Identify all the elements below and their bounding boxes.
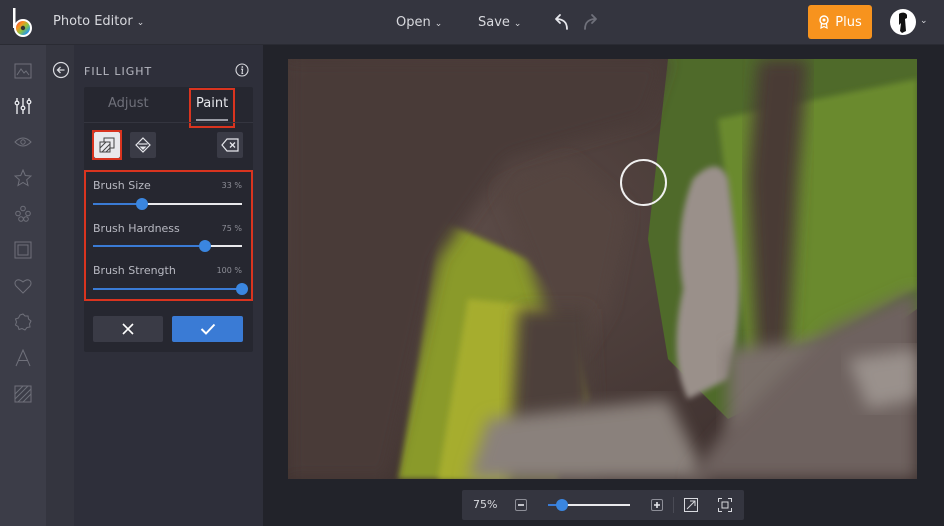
star-icon: [14, 169, 32, 187]
user-avatar[interactable]: [890, 9, 916, 35]
top-bar: Photo Editor ⌄ Open ⌄ Save ⌄ Plus ⌄: [0, 0, 944, 45]
zoom-slider-thumb[interactable]: [555, 499, 568, 511]
award-icon: [819, 15, 829, 29]
rail-item-text[interactable]: [12, 347, 34, 369]
befunky-logo[interactable]: [12, 8, 34, 38]
photo-image: [288, 59, 917, 479]
tool-rail: [0, 45, 46, 526]
avatar-image: [899, 12, 907, 33]
app-title-dropdown[interactable]: Photo Editor ⌄: [53, 14, 144, 29]
erase-paint-button[interactable]: [130, 132, 156, 158]
text-icon: [15, 349, 31, 367]
brush-size-fill: [93, 203, 143, 205]
undo-icon[interactable]: [552, 13, 570, 31]
back-arrow-icon[interactable]: [52, 61, 70, 79]
zoom-out-button[interactable]: [515, 499, 527, 511]
chevron-down-icon[interactable]: ⌄: [920, 16, 928, 26]
rail-item-adjustments[interactable]: [12, 95, 34, 117]
rail-item-overlays[interactable]: [12, 203, 34, 225]
brush-hardness-slider[interactable]: [93, 240, 242, 252]
eye-icon: [14, 137, 32, 147]
heart-icon: [14, 279, 32, 294]
brush-hardness-value: 75 %: [221, 224, 242, 233]
app-title: Photo Editor: [53, 14, 133, 29]
save-menu-label: Save: [478, 15, 510, 30]
redo-icon[interactable]: [582, 13, 600, 31]
eraser-icon: [135, 137, 151, 153]
badge-icon: [14, 313, 32, 331]
zoom-percent: 75%: [473, 498, 498, 511]
rail-item-effects[interactable]: [12, 167, 34, 189]
clear-paint-button[interactable]: [217, 132, 243, 158]
brush-size-value: 33 %: [221, 181, 242, 190]
brush-strength-fill: [93, 288, 242, 290]
zoom-slider[interactable]: [548, 499, 630, 511]
fit-to-screen-icon[interactable]: [684, 498, 698, 512]
panel-title: FILL LIGHT: [84, 65, 153, 78]
overlays-icon: [15, 205, 31, 222]
rail-item-graphics[interactable]: [12, 275, 34, 297]
zoom-separator: [673, 497, 674, 513]
brush-strength-thumb[interactable]: [236, 283, 248, 295]
panel-gutter: [46, 45, 74, 526]
brush-strength-slider[interactable]: [93, 283, 248, 295]
brush-size-label: Brush Size: [93, 179, 151, 192]
minus-icon: [518, 504, 524, 506]
image-icon: [14, 63, 32, 79]
close-icon: [122, 323, 134, 335]
cancel-button[interactable]: [93, 316, 163, 342]
brush-size-slider[interactable]: [93, 198, 242, 210]
brush-cursor: [620, 159, 667, 206]
plus-icon: [654, 502, 660, 508]
apply-button[interactable]: [172, 316, 243, 342]
save-menu[interactable]: Save ⌄: [478, 15, 521, 30]
rail-item-textures[interactable]: [12, 383, 34, 405]
photo-canvas[interactable]: [288, 59, 917, 479]
rail-item-stickers[interactable]: [12, 311, 34, 333]
zoom-in-button[interactable]: [651, 499, 663, 511]
chevron-down-icon: ⌄: [434, 19, 443, 29]
rail-item-frames[interactable]: [12, 239, 34, 261]
open-menu[interactable]: Open ⌄: [396, 15, 442, 30]
brush-strength-label: Brush Strength: [93, 264, 176, 277]
backspace-clear-icon: [221, 138, 239, 152]
actual-size-icon[interactable]: [718, 498, 732, 512]
plus-label: Plus: [835, 14, 862, 30]
frame-icon: [14, 241, 32, 259]
checkmark-icon: [200, 323, 215, 335]
info-icon[interactable]: [235, 63, 249, 77]
brush-hardness-fill: [93, 245, 205, 247]
open-menu-label: Open: [396, 15, 431, 30]
brush-hardness-label: Brush Hardness: [93, 222, 180, 235]
plus-upgrade-button[interactable]: Plus: [808, 5, 872, 39]
texture-icon: [14, 385, 32, 403]
chevron-down-icon: ⌄: [513, 19, 522, 29]
paint-mode-highlight: [92, 130, 122, 160]
tab-divider: [84, 122, 253, 123]
brush-hardness-thumb[interactable]: [198, 240, 211, 252]
sliders-icon: [14, 98, 32, 114]
rail-item-edit[interactable]: [12, 60, 34, 82]
rail-item-touch-up[interactable]: [12, 131, 34, 153]
brush-strength-value: 100 %: [216, 266, 242, 275]
tab-adjust[interactable]: Adjust: [108, 96, 149, 111]
chevron-down-icon: ⌄: [136, 18, 145, 28]
